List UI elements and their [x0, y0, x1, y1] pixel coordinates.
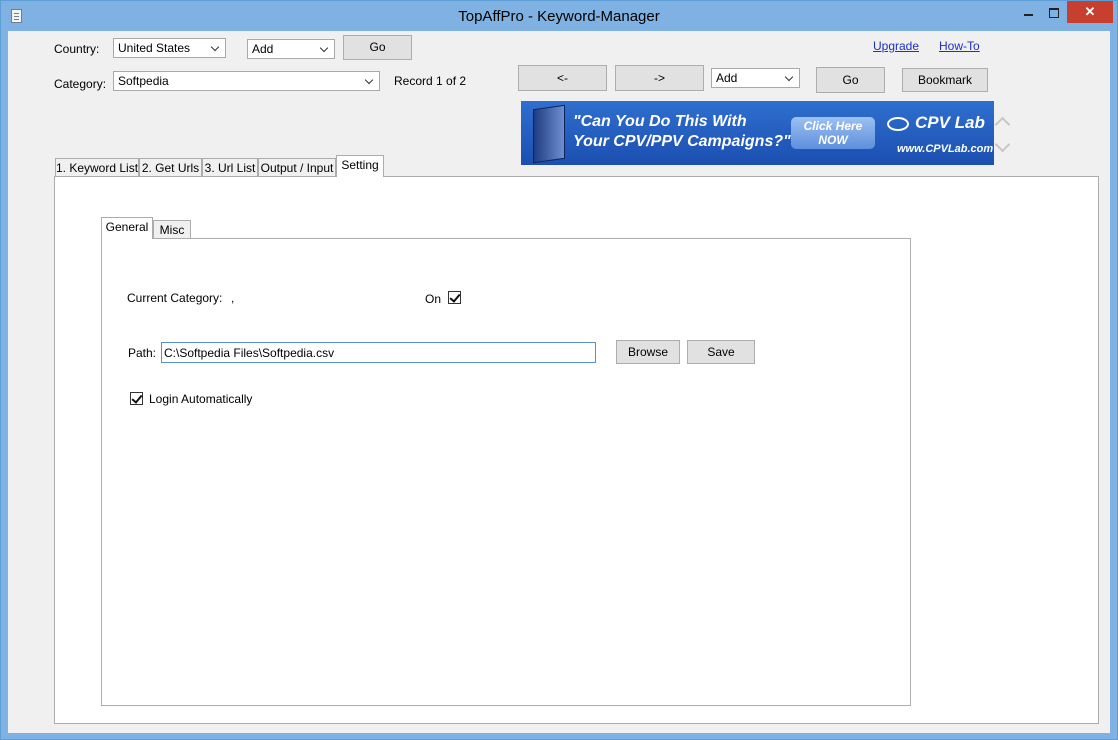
product-box-image — [533, 104, 565, 164]
banner-cta-line1: Click Here — [803, 119, 863, 133]
save-button[interactable]: Save — [687, 340, 755, 364]
add-value-2: Add — [716, 71, 738, 85]
banner-headline-line2: Your CPV/PPV Campaigns?" — [573, 133, 791, 150]
eye-logo-icon — [887, 117, 909, 131]
minimize-icon — [1023, 13, 1033, 16]
tab-url-list[interactable]: 3. Url List — [202, 158, 258, 178]
category-value: Softpedia — [118, 74, 169, 88]
chevron-down-icon — [210, 41, 222, 55]
next-button[interactable]: -> — [615, 65, 704, 91]
current-category-value: , — [231, 291, 235, 305]
ad-banner[interactable]: "Can You Do This With Your CPV/PPV Campa… — [521, 101, 994, 165]
path-label: Path: — [128, 346, 157, 360]
minimize-button[interactable] — [1015, 1, 1041, 23]
country-label: Country: — [54, 42, 100, 56]
maximize-button[interactable] — [1041, 1, 1067, 23]
app-window: TopAffPro - Keyword-Manager ✕ Country: U… — [0, 0, 1118, 740]
bookmark-button[interactable]: Bookmark — [902, 68, 988, 92]
tab-get-urls[interactable]: 2. Get Urls — [139, 158, 202, 178]
maximize-icon — [1049, 7, 1059, 18]
title-bar[interactable]: TopAffPro - Keyword-Manager ✕ — [1, 1, 1117, 31]
country-select[interactable]: United States — [113, 38, 226, 58]
banner-site: www.CPVLab.com — [897, 143, 994, 155]
login-auto-checkbox[interactable] — [130, 392, 143, 405]
chevron-down-icon — [364, 74, 376, 88]
close-button[interactable]: ✕ — [1067, 1, 1113, 23]
banner-headline-line1: "Can You Do This With — [573, 113, 747, 130]
on-label: On — [425, 292, 442, 306]
go-button-1[interactable]: Go — [343, 35, 412, 60]
banner-cta-line2: NOW — [818, 133, 848, 147]
banner-scrollbar[interactable] — [994, 101, 1011, 165]
current-category-label: Current Category: — [127, 291, 223, 305]
on-checkbox[interactable] — [448, 291, 461, 304]
category-label: Category: — [54, 77, 107, 91]
path-input[interactable]: C:\Softpedia Files\Softpedia.csv — [161, 342, 596, 363]
country-value: United States — [118, 41, 191, 55]
tab-output-input[interactable]: Output / Input — [258, 158, 336, 178]
tab-keyword-list[interactable]: 1. Keyword List — [55, 158, 139, 178]
add-select-1[interactable]: Add — [247, 39, 335, 59]
path-value: C:\Softpedia Files\Softpedia.csv — [164, 346, 335, 360]
record-text: Record 1 of 2 — [394, 74, 467, 88]
general-panel: Current Category: , On Path: C:\Softpedi… — [101, 238, 911, 706]
prev-button[interactable]: <- — [518, 65, 607, 91]
chevron-down-icon — [319, 42, 331, 56]
scroll-up-icon[interactable] — [994, 116, 1011, 133]
banner-cta[interactable]: Click Here NOW — [791, 117, 875, 149]
category-select[interactable]: Softpedia — [113, 71, 380, 91]
subtab-general[interactable]: General — [101, 217, 153, 239]
chevron-down-icon — [784, 71, 796, 85]
close-icon: ✕ — [1084, 4, 1096, 19]
banner-headline: "Can You Do This With Your CPV/PPV Campa… — [573, 112, 791, 152]
tab-setting[interactable]: Setting — [336, 155, 384, 177]
banner-brand: CPV Lab — [915, 113, 985, 132]
scroll-down-icon[interactable] — [994, 136, 1011, 153]
go-button-2[interactable]: Go — [816, 67, 885, 93]
howto-link[interactable]: How-To — [939, 39, 980, 53]
add-value-1: Add — [252, 42, 274, 56]
subtab-misc[interactable]: Misc — [153, 220, 191, 240]
add-select-2[interactable]: Add — [711, 68, 800, 88]
setting-panel: General Misc Current Category: , On Path… — [54, 176, 1099, 724]
browse-button[interactable]: Browse — [616, 340, 680, 364]
login-auto-label: Login Automatically — [149, 392, 253, 406]
window-title: TopAffPro - Keyword-Manager — [458, 8, 660, 25]
upgrade-link[interactable]: Upgrade — [873, 39, 919, 53]
client-area: Country: United States Add Go Upgrade Ho… — [8, 31, 1110, 733]
